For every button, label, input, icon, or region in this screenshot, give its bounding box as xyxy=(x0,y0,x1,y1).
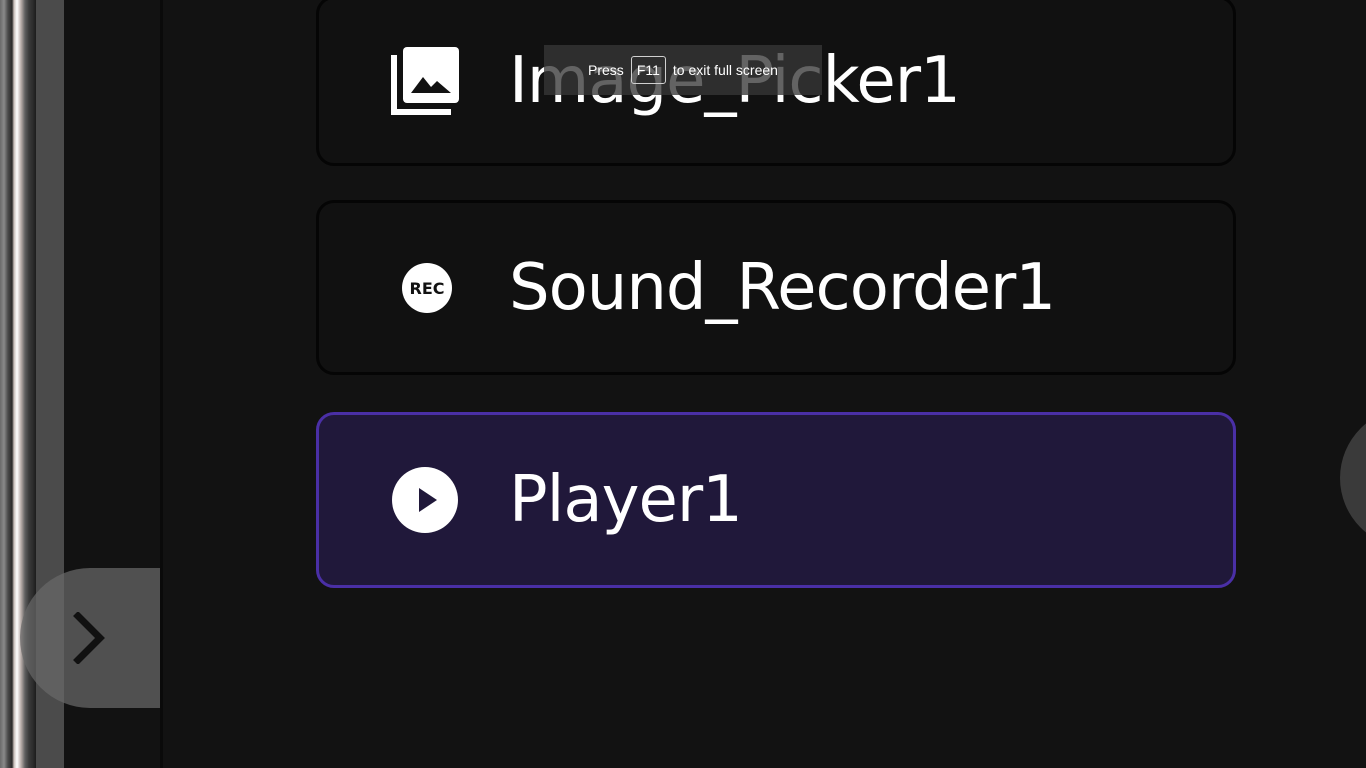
drawer-toggle-button[interactable] xyxy=(20,568,160,708)
fullscreen-notice: Press F11 to exit full screen xyxy=(544,45,822,95)
component-label: Sound_Recorder1 xyxy=(509,250,1056,325)
image-gallery-icon xyxy=(391,47,459,115)
rec-icon: REC xyxy=(401,262,453,314)
play-circle-icon xyxy=(391,466,459,534)
side-handle[interactable] xyxy=(1340,408,1366,548)
fullscreen-notice-press: Press xyxy=(588,62,624,78)
component-card-sound-recorder[interactable]: REC Sound_Recorder1 xyxy=(316,200,1236,375)
fullscreen-notice-suffix: to exit full screen xyxy=(672,62,778,78)
panel-divider xyxy=(160,0,163,768)
chevron-right-icon xyxy=(73,612,105,664)
app-screen: Image_Picker1 REC Sound_Recorder1 Player… xyxy=(0,0,1366,768)
component-card-player[interactable]: Player1 xyxy=(316,412,1236,588)
component-label: Player1 xyxy=(509,463,743,537)
fullscreen-key: F11 xyxy=(630,56,666,84)
rec-icon-text: REC xyxy=(410,279,445,298)
